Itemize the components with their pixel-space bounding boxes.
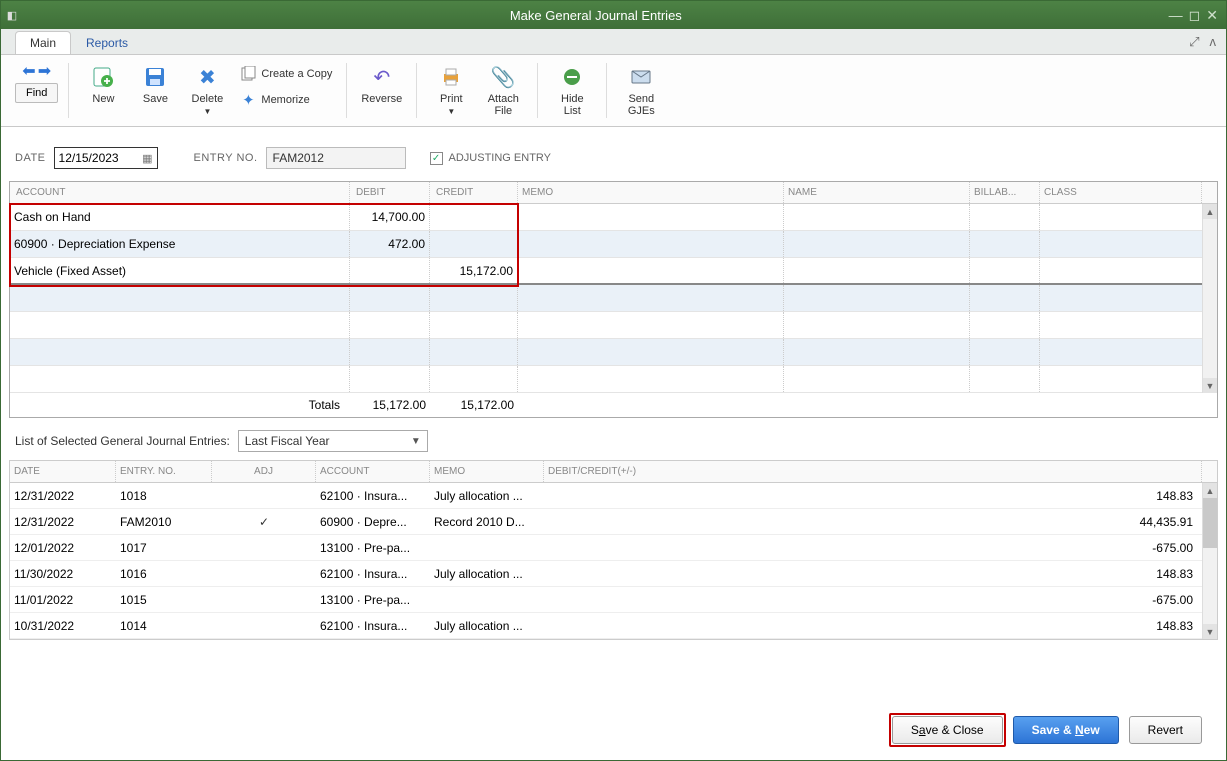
adjusting-entry-label: ADJUSTING ENTRY [449, 152, 551, 164]
lcol-date[interactable]: DATE [10, 461, 116, 482]
collapse-icon[interactable]: ʌ [1210, 34, 1217, 50]
total-credit: 15,172.00 [430, 393, 518, 417]
print-button[interactable]: Print▼ [427, 61, 475, 120]
list-label: List of Selected General Journal Entries… [15, 434, 230, 448]
scroll-down-icon[interactable]: ▼ [1203, 624, 1217, 639]
close-icon[interactable]: ✕ [1206, 7, 1218, 24]
save-icon [141, 63, 169, 91]
maximize-icon[interactable]: ◻ [1189, 7, 1201, 24]
date-label: DATE [15, 152, 46, 164]
lcol-account[interactable]: ACCOUNT [316, 461, 430, 482]
total-debit: 15,172.00 [350, 393, 430, 417]
calendar-icon[interactable]: ▦ [142, 152, 152, 165]
save-new-button[interactable]: Save & New [1013, 716, 1119, 744]
list-row[interactable]: 11/01/2022101513100 · Pre-pa...-675.00 [10, 587, 1217, 613]
new-icon [89, 63, 117, 91]
revert-button[interactable]: Revert [1129, 716, 1202, 744]
memorize-icon: ✦ [239, 91, 257, 109]
find-button[interactable]: Find [15, 83, 58, 103]
lcol-adj[interactable]: ADJ [212, 461, 316, 482]
create-copy-button[interactable]: Create a Copy [235, 63, 336, 85]
list-filter-dropdown[interactable]: Last Fiscal Year ▼ [238, 430, 428, 452]
hide-list-icon [558, 63, 586, 91]
lcol-entry-no[interactable]: ENTRY. NO. [116, 461, 212, 482]
adjusting-entry-checkbox[interactable]: ✓ [430, 152, 443, 165]
scroll-up-icon[interactable]: ▲ [1203, 483, 1217, 498]
col-billable[interactable]: BILLAB... [970, 182, 1040, 203]
grid-row[interactable]: Vehicle (Fixed Asset) 15,172.00 [10, 258, 1217, 285]
window-title: Make General Journal Entries [23, 8, 1169, 23]
date-input[interactable]: 12/15/2023 ▦ [54, 147, 158, 169]
grid-scrollbar[interactable]: ▲ ▼ [1202, 204, 1217, 393]
totals-label: Totals [10, 393, 350, 417]
scroll-up-icon[interactable]: ▲ [1203, 204, 1217, 219]
list-row[interactable]: 11/30/2022101662100 · Insura...July allo… [10, 561, 1217, 587]
list-row[interactable]: 12/31/2022FAM2010✓60900 · Depre...Record… [10, 509, 1217, 535]
journal-grid: ACCOUNT DEBIT CREDIT MEMO NAME BILLAB...… [9, 181, 1218, 418]
col-class[interactable]: CLASS [1040, 182, 1202, 203]
reverse-icon: ↶ [368, 63, 396, 91]
next-arrow-icon[interactable]: ➡ [38, 61, 51, 81]
list-row[interactable]: 12/31/2022101862100 · Insura...July allo… [10, 483, 1217, 509]
col-name[interactable]: NAME [784, 182, 970, 203]
list-row[interactable]: 10/31/2022101462100 · Insura...July allo… [10, 613, 1217, 639]
hide-list-button[interactable]: Hide List [548, 61, 596, 119]
col-account[interactable]: ACCOUNT [10, 182, 350, 203]
grid-row-empty[interactable] [10, 339, 1217, 366]
lcol-memo[interactable]: MEMO [430, 461, 544, 482]
grid-row-empty[interactable] [10, 366, 1217, 393]
entries-list: DATE ENTRY. NO. ADJ ACCOUNT MEMO DEBIT/C… [9, 460, 1218, 640]
expand-icon[interactable]: ⤢ [1189, 34, 1199, 50]
grid-row-empty[interactable] [10, 285, 1217, 312]
toolbar: ⬅ ➡ Find New Save ✖ Delete▼ Create [1, 55, 1226, 127]
list-row[interactable]: 12/01/2022101713100 · Pre-pa...-675.00 [10, 535, 1217, 561]
entry-no-label: ENTRY NO. [194, 152, 258, 164]
minimize-icon[interactable]: — [1169, 7, 1183, 24]
attach-icon: 📎 [489, 63, 517, 91]
prev-arrow-icon[interactable]: ⬅ [22, 61, 35, 81]
grid-row[interactable]: Cash on Hand 14,700.00 [10, 204, 1217, 231]
grid-row[interactable]: 60900 · Depreciation Expense 472.00 [10, 231, 1217, 258]
col-credit[interactable]: CREDIT [430, 182, 518, 203]
attach-file-button[interactable]: 📎 Attach File [479, 61, 527, 119]
window-menu-icon[interactable]: ◧ [1, 9, 23, 22]
scroll-thumb[interactable] [1203, 498, 1217, 548]
col-memo[interactable]: MEMO [518, 182, 784, 203]
tab-reports[interactable]: Reports [71, 31, 143, 54]
copy-icon [239, 65, 257, 83]
grid-row-empty[interactable] [10, 312, 1217, 339]
tabstrip: Main Reports ⤢ ʌ [1, 29, 1226, 55]
memorize-button[interactable]: ✦ Memorize [235, 89, 336, 111]
reverse-button[interactable]: ↶ Reverse [357, 61, 406, 107]
save-close-button[interactable]: Save & Close [892, 716, 1003, 744]
entry-no-input[interactable]: FAM2012 [266, 147, 406, 169]
col-debit[interactable]: DEBIT [350, 182, 430, 203]
send-gjes-button[interactable]: Send GJEs [617, 61, 665, 119]
delete-button[interactable]: ✖ Delete▼ [183, 61, 231, 120]
lcol-debit-credit[interactable]: DEBIT/CREDIT(+/-) [544, 461, 1202, 482]
titlebar: ◧ Make General Journal Entries — ◻ ✕ [1, 1, 1226, 29]
new-button[interactable]: New [79, 61, 127, 107]
print-icon [437, 63, 465, 91]
chevron-down-icon: ▼ [411, 436, 421, 447]
scroll-down-icon[interactable]: ▼ [1203, 378, 1217, 393]
tab-main[interactable]: Main [15, 31, 71, 54]
send-icon [627, 63, 655, 91]
save-button[interactable]: Save [131, 61, 179, 107]
list-scrollbar[interactable]: ▲ ▼ [1202, 483, 1217, 639]
delete-icon: ✖ [193, 63, 221, 91]
